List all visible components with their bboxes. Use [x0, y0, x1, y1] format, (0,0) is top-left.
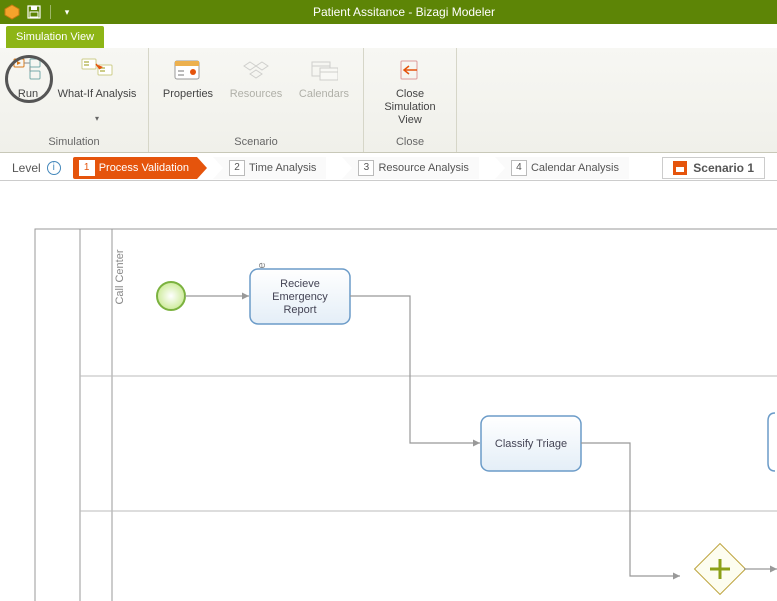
step-number: 3	[358, 160, 374, 176]
step-label: Calendar Analysis	[531, 162, 619, 174]
svg-text:Classify Triage: Classify Triage	[495, 438, 567, 450]
step-number: 4	[511, 160, 527, 176]
scenario-label: Scenario 1	[693, 161, 754, 175]
calendars-icon	[308, 54, 340, 86]
close-sim-button[interactable]: Close Simulation View	[370, 52, 450, 129]
group-label-scenario: Scenario	[155, 134, 357, 150]
ribbon-tab-strip: Simulation View	[0, 24, 777, 48]
callout-circle	[5, 55, 53, 103]
group-label-simulation: Simulation	[6, 134, 142, 150]
info-icon[interactable]: i	[47, 161, 61, 175]
level-label: Level	[12, 161, 41, 175]
qat-dropdown-icon[interactable]: ▾	[59, 4, 75, 20]
qat-separator	[50, 5, 51, 19]
level-step-4[interactable]: 4 Calendar Analysis	[495, 157, 629, 179]
save-icon[interactable]	[26, 4, 42, 20]
task-partial[interactable]	[768, 413, 775, 471]
step-label: Time Analysis	[249, 162, 316, 174]
ribbon: Run What-If Analysis ▾ Simulation	[0, 48, 777, 153]
scenario-selector[interactable]: Scenario 1	[662, 157, 765, 179]
dropdown-indicator-icon: ▾	[95, 114, 99, 123]
resources-button: Resources	[223, 52, 289, 116]
calendars-button: Calendars	[291, 52, 357, 116]
title-bar: ▾ Patient Assitance - Bizagi Modeler	[0, 0, 777, 24]
whatif-icon	[81, 54, 113, 86]
sequence-flow[interactable]	[350, 296, 480, 443]
step-label: Process Validation	[99, 162, 189, 174]
step-label: Resource Analysis	[378, 162, 469, 174]
scenario-icon	[673, 161, 687, 175]
svg-text:Recieve: Recieve	[280, 278, 320, 290]
tab-simulation-view[interactable]: Simulation View	[6, 26, 104, 48]
whatif-label: What-If Analysis	[58, 88, 137, 114]
task-classify[interactable]: Classify Triage	[481, 416, 581, 471]
step-number: 1	[79, 160, 95, 176]
calendars-label: Calendars	[299, 88, 349, 114]
svg-text:Report: Report	[283, 304, 316, 316]
close-sim-label: Close Simulation View	[372, 88, 448, 127]
resources-icon	[240, 54, 272, 86]
ribbon-group-scenario: Properties Resources Calendars Scenario	[149, 48, 364, 152]
ribbon-group-close: Close Simulation View Close	[364, 48, 457, 152]
level-step-3[interactable]: 3 Resource Analysis	[342, 157, 479, 179]
properties-label: Properties	[163, 88, 213, 114]
window-title: Patient Assitance - Bizagi Modeler	[75, 5, 773, 19]
process-canvas[interactable]: Call Center Nurse lly equiped ambulance …	[0, 181, 777, 601]
level-bar: Level i 1 Process Validation 2 Time Anal…	[0, 155, 777, 181]
level-step-2[interactable]: 2 Time Analysis	[213, 157, 326, 179]
level-step-1[interactable]: 1 Process Validation	[73, 157, 197, 179]
task-receive[interactable]: Recieve Emergency Report	[250, 269, 350, 324]
close-icon	[394, 54, 426, 86]
properties-button[interactable]: Properties	[155, 52, 221, 116]
svg-text:Emergency: Emergency	[272, 291, 328, 303]
group-label-close: Close	[370, 134, 450, 150]
app-icon	[4, 4, 20, 20]
properties-icon	[172, 54, 204, 86]
resources-label: Resources	[230, 88, 283, 114]
start-event[interactable]	[157, 282, 185, 310]
lane-label-callcenter: Call Center	[114, 249, 126, 304]
gateway-parallel[interactable]	[695, 544, 746, 595]
step-number: 2	[229, 160, 245, 176]
sequence-flow[interactable]	[581, 443, 680, 576]
quick-access-toolbar: ▾	[4, 4, 75, 20]
whatif-button[interactable]: What-If Analysis ▾	[52, 52, 142, 125]
